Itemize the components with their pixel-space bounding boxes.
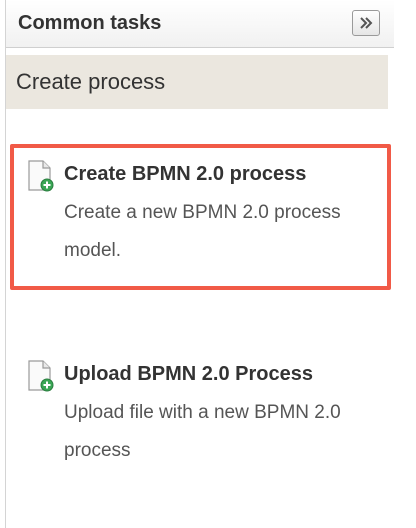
new-document-icon: [28, 160, 54, 192]
section-header: Create process: [6, 55, 388, 109]
panel-header: Common tasks: [6, 0, 394, 48]
task-title[interactable]: Upload BPMN 2.0 Process: [64, 363, 313, 386]
task-upload-bpmn[interactable]: Upload BPMN 2.0 Process Upload file with…: [18, 360, 378, 480]
task-description: Upload file with a new BPMN 2.0 process: [64, 402, 341, 461]
task-title[interactable]: Create BPMN 2.0 process: [64, 163, 306, 186]
task-description: Create a new BPMN 2.0 process model.: [64, 202, 341, 261]
section-title: Create process: [16, 69, 166, 94]
new-document-icon: [28, 360, 54, 392]
common-tasks-panel: Common tasks Create process Create BPMN …: [0, 0, 400, 528]
collapse-button[interactable]: [352, 10, 380, 36]
task-create-bpmn[interactable]: Create BPMN 2.0 process Create a new BPM…: [18, 160, 378, 280]
double-chevron-right-icon: [360, 17, 373, 29]
panel-title: Common tasks: [18, 12, 162, 34]
